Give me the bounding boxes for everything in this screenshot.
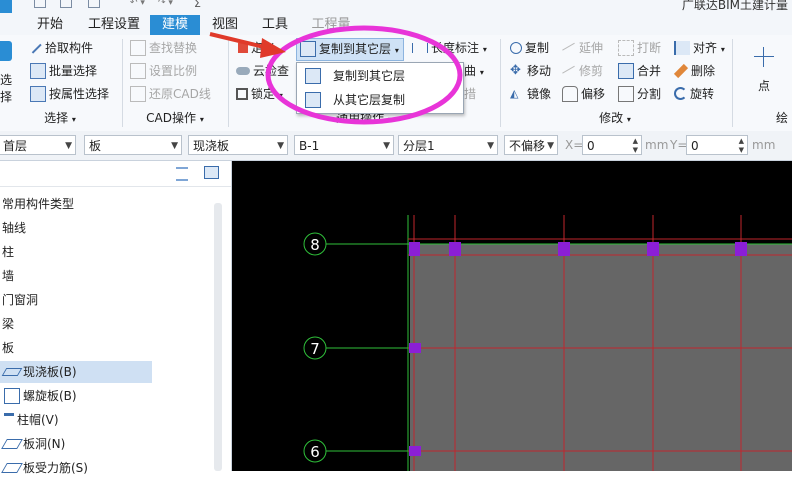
type-select[interactable]: 现浇板 ▼ [188, 135, 288, 155]
axis-label-7: 7 [310, 340, 320, 358]
spiral-slab-icon [4, 387, 20, 404]
highlight-ellipse [265, 25, 463, 125]
tree-item-label: 柱帽(V) [17, 413, 59, 427]
x-offset-input[interactable]: 0 ▲ ▼ [582, 135, 642, 155]
tree-item-column-cap[interactable]: 柱帽(V) [0, 409, 59, 431]
floor-select[interactable]: 首层 ▼ [0, 135, 76, 155]
grip-node[interactable] [647, 242, 659, 256]
tree-item-label: 板洞(N) [23, 437, 66, 451]
chevron-down-icon: ▼ [171, 141, 178, 151]
x-offset-value: 0 [587, 139, 595, 153]
slab-icon [1, 367, 23, 376]
drawing-canvas[interactable]: 8 7 6 [232, 161, 792, 471]
offset-select[interactable]: 不偏移 ▼ [504, 135, 558, 155]
tree-item-wall[interactable]: 墙 [2, 265, 14, 287]
y-offset-input[interactable]: 0 ▲ ▼ [686, 135, 748, 155]
chevron-down-icon: ▼ [65, 141, 72, 151]
spinner-icon[interactable]: ▲ ▼ [739, 137, 744, 155]
type-value: 现浇板 [193, 139, 230, 153]
tree-item-spiral-slab[interactable]: 螺旋板(B) [0, 385, 77, 407]
chevron-down-icon: ▼ [547, 141, 554, 151]
tree-item-beam[interactable]: 梁 [2, 313, 14, 335]
panel-view-icon[interactable] [204, 166, 219, 179]
axis-label-6: 6 [310, 443, 320, 461]
floor-value: 首层 [3, 139, 28, 153]
tree-item-label: 螺旋板(B) [23, 389, 77, 403]
tree-scrollbar[interactable] [214, 203, 222, 471]
axis-label-8: 8 [310, 236, 320, 254]
y-unit: mm [752, 138, 776, 152]
tree-item-slab-rebar[interactable]: 板受力筋(S) [0, 457, 88, 479]
tree-item-axis[interactable]: 轴线 [2, 217, 26, 239]
tree-item-door-window[interactable]: 门窗洞 [2, 289, 38, 311]
x-label: X= [565, 138, 584, 152]
column-cap-icon [4, 413, 14, 426]
y-label: Y= [670, 138, 688, 152]
layer-value: 分层1 [403, 139, 435, 153]
tree-item-column[interactable]: 柱 [2, 241, 14, 263]
component-tree-panel: 常用构件类型 轴线 柱 墙 门窗洞 梁 板 现浇板(B) 螺旋板(B) 柱帽(V… [0, 161, 232, 475]
offset-value: 不偏移 [509, 139, 546, 153]
y-offset-value: 0 [691, 139, 699, 153]
spinner-icon[interactable]: ▲ ▼ [633, 137, 638, 155]
layer-select[interactable]: 分层1 ▼ [398, 135, 498, 155]
x-unit: mm [645, 138, 669, 152]
tree-toolbar [0, 161, 231, 187]
category-select[interactable]: 板 ▼ [84, 135, 182, 155]
component-name-value: B-1 [299, 139, 320, 153]
tree-item-label: 板受力筋(S) [23, 461, 88, 475]
slab-region[interactable] [410, 244, 792, 471]
chevron-down-icon: ▼ [383, 141, 390, 151]
chevron-down-icon: ▼ [277, 141, 284, 151]
tree-item-slab-hole[interactable]: 板洞(N) [0, 433, 65, 455]
slab-rebar-icon [1, 462, 23, 473]
slab-hole-icon [1, 438, 23, 449]
pointer-arrow-shaft [209, 32, 269, 50]
grip-node[interactable] [735, 242, 747, 256]
component-name-select[interactable]: B-1 ▼ [294, 135, 394, 155]
grip-node[interactable] [558, 242, 570, 256]
grip-node[interactable] [409, 446, 421, 456]
chevron-down-icon: ▼ [487, 141, 494, 151]
property-bar: 首层 ▼ 板 ▼ 现浇板 ▼ B-1 ▼ 分层1 ▼ 不偏移 ▼ X= 0 ▲ ▼ mm Y= … [0, 131, 792, 161]
list-view-icon[interactable] [176, 167, 188, 181]
tree-item-label: 现浇板(B) [23, 365, 77, 379]
grip-node[interactable] [449, 242, 461, 256]
grip-node[interactable] [409, 242, 420, 256]
category-value: 板 [89, 139, 102, 153]
tree-item-cast-slab[interactable]: 现浇板(B) [0, 361, 152, 383]
grip-node[interactable] [409, 343, 421, 353]
tree-header-common-types[interactable]: 常用构件类型 [2, 193, 74, 215]
tree-item-slab[interactable]: 板 [2, 337, 14, 359]
canvas-svg[interactable]: 8 7 6 [232, 161, 792, 471]
